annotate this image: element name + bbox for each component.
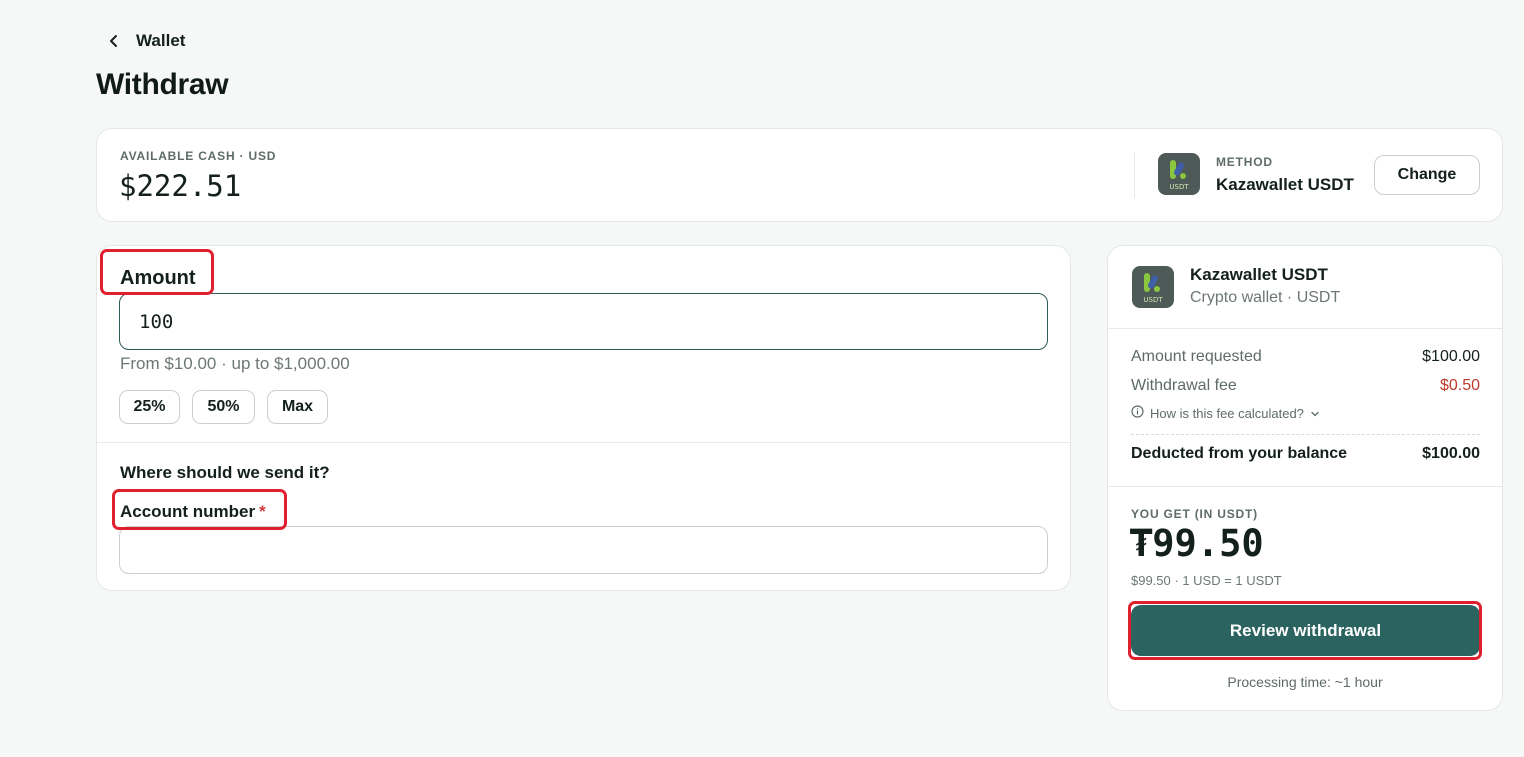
kazawallet-logo-icon: USDT <box>1158 153 1200 200</box>
chevron-down-icon <box>1310 406 1320 421</box>
available-cash-label: AVAILABLE CASH · USD <box>120 149 277 163</box>
divider <box>1108 486 1502 487</box>
summary-method-subtitle: Crypto wallet · USDT <box>1190 289 1341 306</box>
back-link-wallet[interactable]: Wallet <box>136 31 185 51</box>
summary-card: USDT Kazawallet USDT Crypto wallet · USD… <box>1107 245 1503 711</box>
method-label: METHOD <box>1216 155 1273 169</box>
divider <box>97 442 1070 443</box>
page-title: Withdraw <box>96 68 229 101</box>
kazawallet-logo-icon: USDT <box>1132 266 1174 313</box>
destination-heading: Where should we send it? <box>120 463 330 482</box>
divider <box>1108 328 1502 329</box>
account-number-label: Account number * <box>120 502 266 522</box>
chevron-left-icon[interactable] <box>106 33 122 49</box>
you-get-label: YOU GET (IN USDT) <box>1131 507 1258 521</box>
amount-requested-label: Amount requested <box>1131 348 1262 365</box>
balance-card: AVAILABLE CASH · USD $222.51 USDT METHOD… <box>96 128 1503 222</box>
amount-requested-row: Amount requested $100.00 <box>1131 348 1480 366</box>
you-get-value: ₮99.50 <box>1130 522 1264 565</box>
preset-max-button[interactable]: Max <box>267 390 328 424</box>
divider <box>1134 152 1135 198</box>
preset-50-button[interactable]: 50% <box>192 390 255 424</box>
back-nav[interactable]: Wallet <box>106 30 185 52</box>
required-asterisk: * <box>259 502 266 521</box>
method-name: Kazawallet USDT <box>1216 175 1354 194</box>
preset-25-button[interactable]: 25% <box>119 390 180 424</box>
available-cash-value: $222.51 <box>119 169 242 203</box>
summary-method-name: Kazawallet USDT <box>1190 265 1328 284</box>
withdraw-form-card: Amount From $10.00 · up to $1,000.00 25%… <box>96 245 1071 591</box>
fee-info-toggle[interactable]: How is this fee calculated? <box>1131 405 1320 421</box>
withdrawal-fee-row: Withdrawal fee $0.50 <box>1131 377 1480 395</box>
conversion-rate: $99.50 · 1 USD = 1 USDT <box>1131 573 1282 588</box>
amount-preset-chips: 25% 50% Max <box>119 390 328 424</box>
logo-text: USDT <box>1169 183 1189 191</box>
deducted-row: Deducted from your balance $100.00 <box>1131 445 1480 463</box>
info-icon <box>1131 405 1144 421</box>
fee-info-label[interactable]: How is this fee calculated? <box>1150 406 1304 421</box>
processing-time: Processing time: ~1 hour <box>1227 674 1383 690</box>
amount-requested-value: $100.00 <box>1422 348 1480 365</box>
change-method-button[interactable]: Change <box>1374 155 1480 195</box>
withdrawal-fee-label: Withdrawal fee <box>1131 377 1237 394</box>
amount-input[interactable] <box>119 293 1048 350</box>
dashed-divider <box>1131 434 1480 435</box>
deducted-label: Deducted from your balance <box>1131 445 1348 462</box>
deducted-value: $100.00 <box>1422 445 1480 462</box>
review-withdrawal-button[interactable]: Review withdrawal <box>1131 605 1480 656</box>
account-number-input[interactable] <box>119 526 1048 574</box>
withdrawal-fee-value: $0.50 <box>1439 377 1480 394</box>
logo-text: USDT <box>1143 296 1163 304</box>
account-number-label-text: Account number <box>120 502 256 521</box>
amount-label: Amount <box>120 267 196 289</box>
amount-range-hint: From $10.00 · up to $1,000.00 <box>120 354 350 373</box>
